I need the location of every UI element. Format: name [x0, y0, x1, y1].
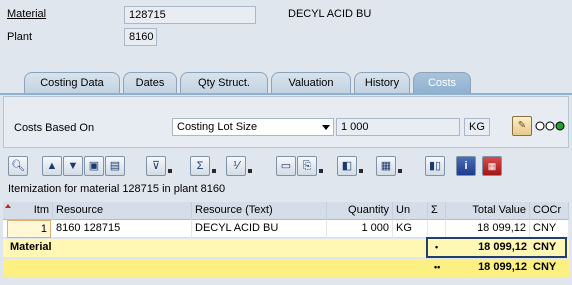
tab-qty-struct[interactable]: Qty Struct. — [180, 72, 268, 94]
layout-icon[interactable]: ◧ — [337, 156, 357, 176]
lot-size-field[interactable]: 1 000 — [336, 118, 460, 136]
unit-field[interactable]: KG — [464, 118, 490, 136]
total-cocr: CNY — [533, 261, 557, 273]
info-icon[interactable]: i — [456, 156, 476, 176]
tab-dates[interactable]: Dates — [123, 72, 177, 94]
tab-valuation[interactable]: Valuation — [271, 72, 351, 94]
tab-history[interactable]: History — [354, 72, 410, 94]
column-header-total-value[interactable]: Total Value — [446, 202, 530, 220]
print-preview-icon[interactable]: ▭ — [276, 156, 296, 176]
costing-settings-icon[interactable]: ✎ — [512, 116, 532, 136]
cell-un[interactable]: KG — [393, 220, 428, 238]
total-total-value: 18 099,12 — [478, 261, 527, 273]
total-row[interactable]: •• 18 099,12 CNY — [3, 259, 569, 277]
table-header: Itm Resource Resource (Text) Quantity Un… — [3, 202, 569, 220]
column-header-cocr[interactable]: COCr — [530, 202, 569, 220]
alv-toolbar: 🔍︎ ▲ ▼ ▣ ▤ ⊽ Σ ⅟ ▭ ⎘ ◧ ▦ ▮▯ i ▦ — [0, 152, 572, 180]
costs-based-on-value: Costing Lot Size — [177, 121, 258, 133]
dropdown-marker-icon — [212, 169, 216, 173]
export-icon[interactable]: ⎘ — [297, 156, 317, 176]
cell-resource-text[interactable]: DECYL ACID BU — [192, 220, 327, 238]
dropdown-marker-icon — [319, 169, 323, 173]
sort-ascending-icon — [5, 204, 11, 208]
table-row[interactable]: 1 8160 128715 DECYL ACID BU 1 000 KG 18 … — [3, 220, 569, 238]
material-label: Material — [7, 8, 47, 20]
tab-costing-data[interactable]: Costing Data — [24, 72, 120, 94]
tab-costs[interactable]: Costs — [413, 72, 471, 94]
tab-strip: Costing Data Dates Qty Struct. Valuation… — [0, 72, 572, 94]
column-header-resource-text[interactable]: Resource (Text) — [192, 202, 327, 220]
cell-total-value[interactable]: 18 099,12 — [446, 220, 530, 238]
column-header-quantity[interactable]: Quantity — [327, 202, 393, 220]
costs-based-on-label: Costs Based On — [14, 122, 95, 134]
highlight-box — [426, 237, 567, 258]
traffic-light-icon — [535, 121, 565, 131]
dropdown-marker-icon — [168, 169, 172, 173]
chart-icon[interactable]: ▮▯ — [425, 156, 445, 176]
cell-quantity[interactable]: 1 000 — [327, 220, 393, 238]
dropdown-marker-icon — [248, 169, 252, 173]
dropdown-marker-icon — [398, 169, 402, 173]
cell-resource[interactable]: 8160 128715 — [53, 220, 192, 238]
material-field[interactable]: 128715 — [124, 6, 256, 24]
cell-itm[interactable]: 1 — [7, 220, 51, 238]
print-icon[interactable]: ▲ — [42, 156, 62, 176]
cell-sigma — [428, 220, 446, 238]
material-description: DECYL ACID BU — [288, 8, 372, 20]
column-header-sigma[interactable]: Σ — [428, 202, 446, 220]
chevron-down-icon[interactable] — [322, 125, 330, 130]
filter-icon[interactable]: ▼ — [63, 156, 83, 176]
find-icon[interactable]: ▣ — [84, 156, 104, 176]
plant-label: Plant — [7, 31, 33, 43]
filter-dropdown-icon[interactable]: ⊽ — [146, 156, 166, 176]
tab-underline — [0, 93, 572, 95]
costs-based-on-select[interactable]: Costing Lot Size — [172, 118, 334, 136]
find-next-icon[interactable]: ▤ — [105, 156, 125, 176]
total-sigma: •• — [434, 262, 441, 272]
plant-field[interactable]: 8160 — [124, 28, 157, 46]
subtotal-icon[interactable]: ⅟ — [226, 156, 246, 176]
sum-icon[interactable]: Σ — [190, 156, 210, 176]
column-header-resource[interactable]: Resource — [53, 202, 192, 220]
itemization-title: Itemization for material 128715 in plant… — [8, 183, 226, 195]
subtotal-label: Material — [10, 241, 52, 253]
details-icon[interactable]: 🔍︎ — [8, 156, 28, 176]
column-header-un[interactable]: Un — [393, 202, 428, 220]
layout-select-icon[interactable]: ▦ — [376, 156, 396, 176]
cell-cocr[interactable]: CNY — [530, 220, 569, 238]
documents-icon[interactable]: ▦ — [482, 156, 502, 176]
dropdown-marker-icon — [359, 169, 363, 173]
